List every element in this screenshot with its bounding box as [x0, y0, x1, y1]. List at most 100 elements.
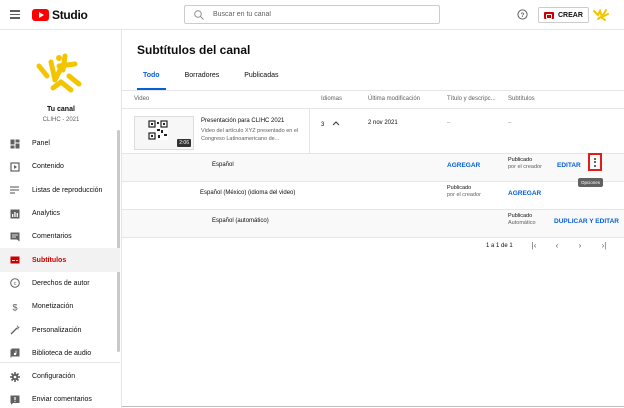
language-row: Español (México) (idioma del video) Publ…: [122, 182, 624, 209]
divider: [122, 90, 624, 91]
dashboard-icon: [10, 139, 20, 149]
previous-page-icon[interactable]: ‹: [551, 241, 563, 250]
svg-text:c: c: [14, 281, 17, 287]
tab-published[interactable]: Publicadas: [238, 68, 284, 90]
title-description-value: –: [447, 120, 451, 126]
sidebar-item-copyright[interactable]: c Derechos de autor: [0, 272, 120, 295]
tab-drafts[interactable]: Borradores: [179, 68, 226, 90]
sidebar-item-label: Configuración: [32, 373, 76, 381]
column-header-languages[interactable]: Idiomas: [321, 96, 342, 102]
subtitle-status: Publicado por el creador: [508, 157, 542, 171]
sidebar-item-label: Enviar comentarios: [32, 396, 92, 404]
sidebar-item-settings[interactable]: Configuración: [0, 365, 120, 388]
page-title: Subtítulos del canal: [137, 43, 251, 57]
languages-count[interactable]: 3: [321, 120, 340, 128]
sidebar-item-feedback[interactable]: Enviar comentarios: [0, 388, 120, 408]
account-avatar[interactable]: [592, 6, 610, 24]
subtitle-status: Publicado Automático: [508, 213, 536, 227]
status-text: Publicado: [447, 185, 472, 191]
dollar-icon: $: [10, 302, 20, 312]
help-icon[interactable]: ?: [517, 9, 528, 20]
subtitles-icon: [10, 255, 20, 265]
language-name: Español (México) (idioma del video): [200, 190, 296, 196]
language-name: Español: [212, 162, 234, 168]
column-header-title-description: Título y descripc...: [447, 96, 496, 102]
chevron-up-icon[interactable]: [332, 120, 340, 126]
column-header-subtitles: Subtítulos: [508, 96, 535, 102]
divider: [309, 109, 310, 153]
sidebar-item-label: Panel: [32, 140, 50, 148]
sidebar-item-label: Analytics: [32, 210, 61, 218]
column-header-video: Video: [134, 96, 150, 102]
search-input[interactable]: [213, 11, 413, 18]
audio-library-icon: [10, 348, 20, 358]
status-text: Publicado: [508, 213, 533, 219]
create-button[interactable]: CREAR: [538, 7, 589, 23]
sidebar-item-playlists[interactable]: Listas de reproducción: [0, 179, 120, 202]
add-subtitles-button[interactable]: AGREGAR: [508, 190, 541, 197]
status-subtext: Automático: [508, 220, 536, 226]
create-label: CREAR: [558, 11, 583, 19]
sidebar-item-label: Monetización: [32, 303, 74, 311]
next-page-icon[interactable]: ›: [574, 241, 586, 250]
sidebar-item-comments[interactable]: Comentarios: [0, 225, 120, 248]
search-box[interactable]: [184, 5, 440, 24]
studio-logo[interactable]: Studio: [32, 8, 88, 22]
feedback-icon: [10, 395, 20, 405]
last-page-icon[interactable]: ›|: [598, 241, 610, 250]
first-page-icon[interactable]: |‹: [528, 241, 540, 250]
divider: [122, 406, 624, 407]
status-text: Publicado: [508, 157, 533, 163]
sidebar-item-analytics[interactable]: Analytics: [0, 202, 120, 225]
video-thumbnail[interactable]: 2:06: [134, 116, 194, 150]
sidebar-item-content[interactable]: Contenido: [0, 155, 120, 178]
sidebar-item-label: Comentarios: [32, 233, 72, 241]
status-subtext: por el creador: [447, 192, 481, 198]
divider: [122, 237, 624, 238]
sidebar-item-subtitles[interactable]: Subtítulos: [0, 248, 120, 272]
sidebar-bottom-nav: Configuración Enviar comentarios: [0, 362, 120, 408]
sidebar-nav: Panel Contenido Listas de reproducción A…: [0, 132, 120, 365]
menu-icon[interactable]: [10, 10, 20, 19]
column-header-modified[interactable]: Última modificación: [368, 96, 420, 102]
sidebar-item-label: Listas de reproducción: [32, 186, 103, 194]
duplicate-and-edit-button[interactable]: DUPLICAR Y EDITAR: [554, 218, 619, 225]
video-camera-icon: [544, 11, 554, 19]
sidebar-item-label: Personalización: [32, 326, 82, 334]
logo-text: Studio: [52, 8, 88, 22]
language-row: Español (automático) Publicado Automátic…: [122, 210, 624, 237]
sidebar-item-customization[interactable]: Personalización: [0, 318, 120, 341]
modified-date: 2 nov 2021: [368, 120, 398, 126]
content-icon: [10, 162, 20, 172]
video-description: Video del artículo XYZ presentado en el …: [201, 128, 299, 142]
sidebar: Tu canal CLIHC - 2021 Panel Contenido Li…: [0, 30, 122, 408]
add-title-button[interactable]: AGREGAR: [447, 162, 480, 169]
youtube-logo-icon: [32, 9, 49, 21]
video-duration: 2:06: [177, 139, 191, 147]
options-button[interactable]: [588, 153, 602, 171]
comments-icon: [10, 232, 20, 242]
qr-code-icon: [148, 120, 168, 140]
language-name: Español (automático): [212, 218, 269, 224]
sidebar-item-label: Subtítulos: [32, 256, 67, 264]
tab-all[interactable]: Todo: [137, 68, 166, 90]
subtitles-value: –: [508, 120, 512, 126]
title-status: Publicado por el creador: [447, 185, 481, 199]
channel-name: Tu canal: [47, 106, 75, 113]
pagination-text: 1 a 1 de 1: [486, 243, 513, 249]
status-subtext: por el creador: [508, 164, 542, 170]
playlist-icon: [10, 185, 20, 195]
channel-avatar[interactable]: [31, 46, 87, 102]
video-title[interactable]: Presentación para CLIHC 2021: [201, 118, 284, 124]
magic-wand-icon: [10, 325, 20, 335]
channel-subtitle: CLIHC - 2021: [42, 117, 80, 123]
more-vert-icon: [594, 157, 596, 160]
sidebar-item-monetization[interactable]: $ Monetización: [0, 295, 120, 318]
sidebar-item-panel[interactable]: Panel: [0, 132, 120, 155]
sidebar-item-label: Biblioteca de audio: [32, 349, 92, 357]
top-bar: Studio ? CREAR: [0, 0, 624, 30]
edit-button[interactable]: EDITAR: [557, 162, 581, 169]
language-row: Español AGREGAR Publicado por el creador…: [122, 154, 624, 181]
analytics-icon: [10, 209, 20, 219]
svg-text:$: $: [12, 302, 17, 312]
